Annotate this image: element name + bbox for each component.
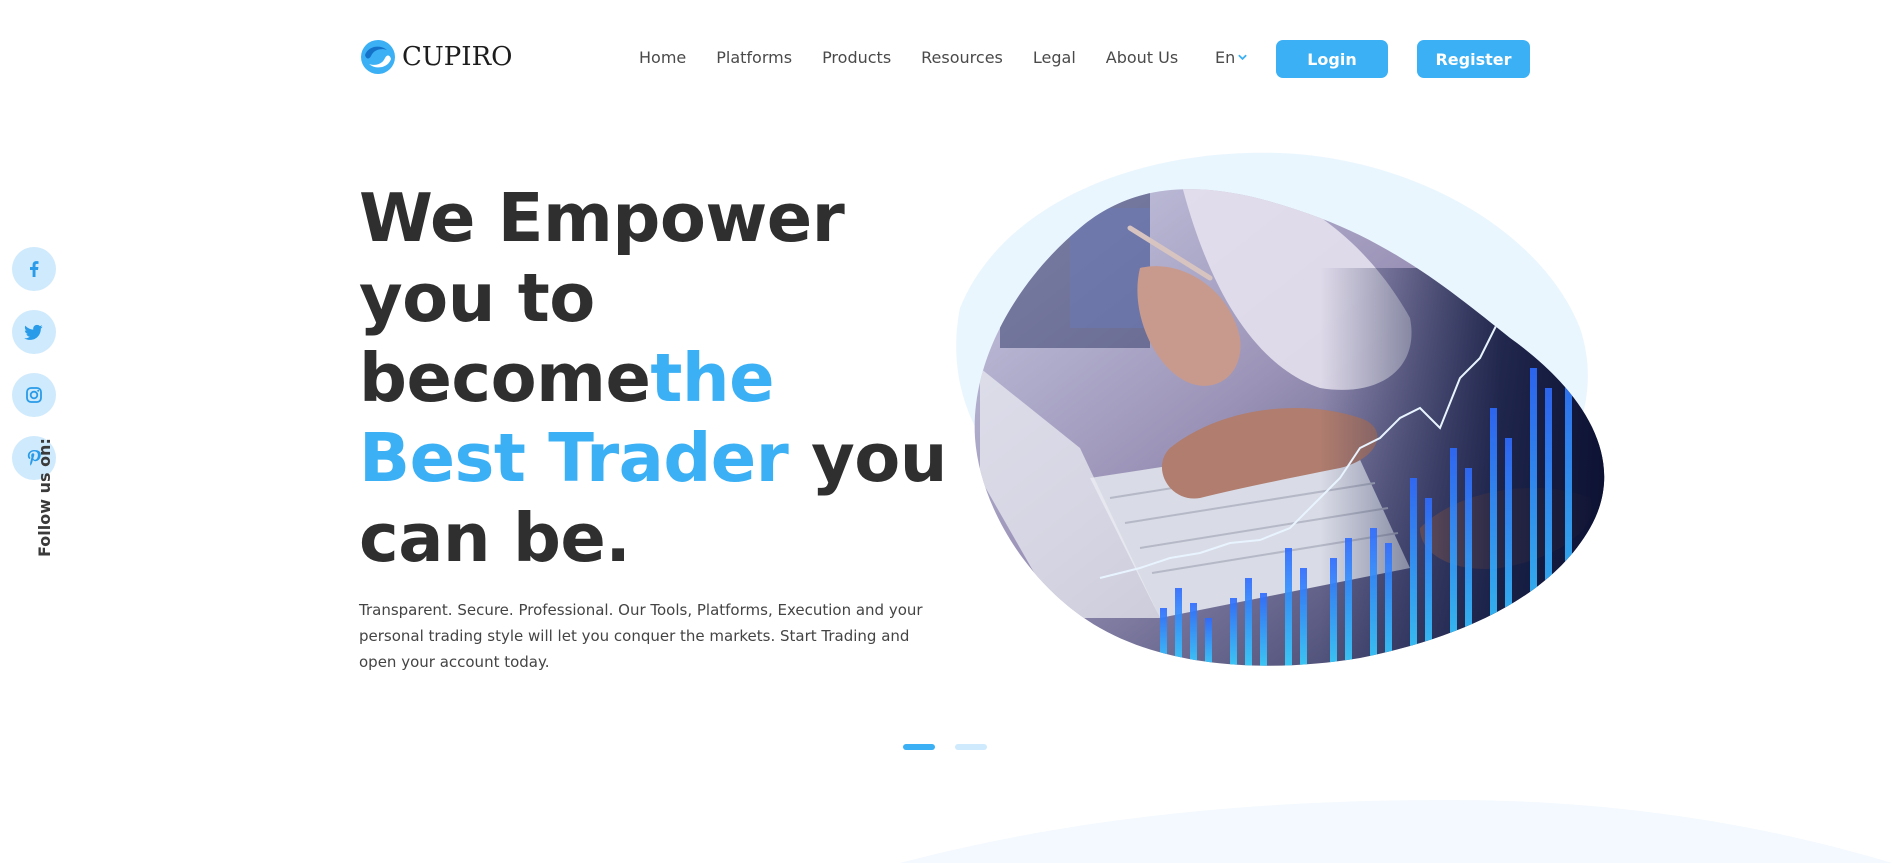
bottom-wave-decoration	[900, 800, 1892, 863]
login-button[interactable]: Login	[1276, 40, 1388, 78]
instagram-icon	[26, 387, 42, 403]
main-nav: Home Platforms Products Resources Legal …	[639, 48, 1208, 67]
register-button[interactable]: Register	[1417, 40, 1530, 78]
facebook-link[interactable]	[12, 247, 56, 291]
brand-name: CUPIRO	[402, 42, 513, 72]
nav-item-home[interactable]: Home	[639, 48, 686, 67]
chevron-down-icon	[1238, 54, 1247, 61]
instagram-link[interactable]	[12, 373, 56, 417]
twitter-icon	[24, 324, 43, 340]
hero-subtext: Transparent. Secure. Professional. Our T…	[359, 601, 923, 671]
nav-item-about-us[interactable]: About Us	[1106, 48, 1178, 67]
follow-us-label: Follow us on:	[35, 438, 54, 557]
brand-logo[interactable]: CUPIRO	[360, 38, 512, 76]
hero-image	[956, 152, 1605, 666]
nav-item-platforms[interactable]: Platforms	[716, 48, 792, 67]
language-label: En	[1215, 48, 1236, 67]
logo-icon	[361, 40, 395, 74]
language-selector[interactable]: En	[1215, 48, 1247, 67]
slider-dot-2[interactable]	[955, 744, 987, 750]
hero-headline: We Empower you to becomethe Best Trader …	[359, 178, 959, 578]
nav-item-resources[interactable]: Resources	[921, 48, 1003, 67]
facebook-icon	[30, 261, 39, 277]
nav-item-legal[interactable]: Legal	[1033, 48, 1076, 67]
nav-item-products[interactable]: Products	[822, 48, 891, 67]
twitter-link[interactable]	[12, 310, 56, 354]
slider-dot-1[interactable]	[903, 744, 935, 750]
